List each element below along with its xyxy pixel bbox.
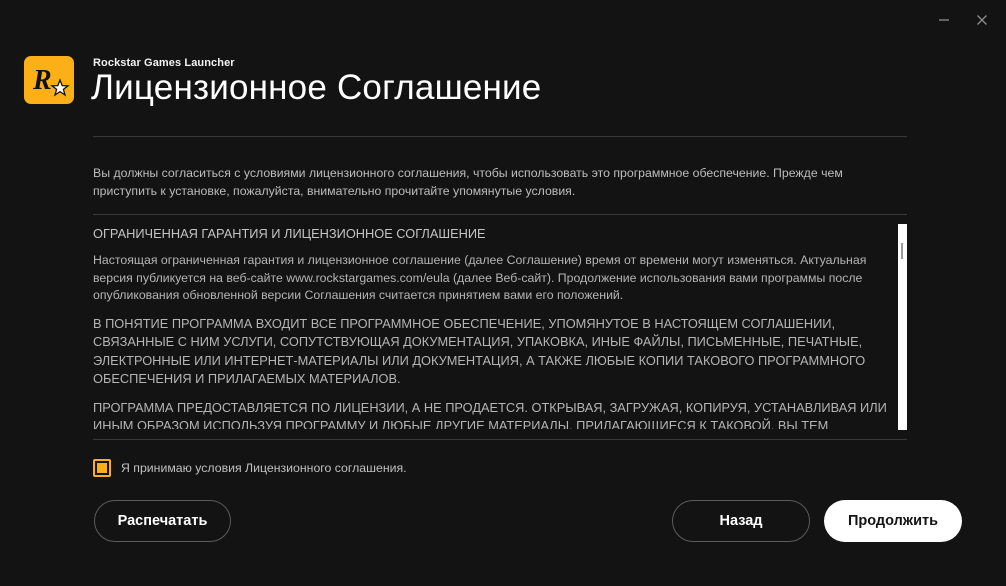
scrollbar-thumb[interactable] <box>901 243 903 259</box>
eula-paragraph: ПРОГРАММА ПРЕДОСТАВЛЯЕТСЯ ПО ЛИЦЕНЗИИ, А… <box>93 399 887 430</box>
window-controls <box>934 10 992 30</box>
continue-button[interactable]: Продолжить <box>824 500 962 542</box>
accept-label: Я принимаю условия Лицензионного соглаше… <box>121 461 407 475</box>
back-button[interactable]: Назад <box>672 500 810 542</box>
rockstar-logo-icon: R <box>32 65 70 97</box>
intro-text: Вы должны согласиться с условиями лиценз… <box>93 166 843 198</box>
page-title: Лицензионное Соглашение <box>91 68 542 107</box>
svg-text:R: R <box>32 65 52 96</box>
header-divider <box>93 136 907 137</box>
checkbox-checked-mark <box>97 463 107 473</box>
launcher-window: R Rockstar Games Launcher Лицензионное С… <box>0 0 1006 586</box>
print-button[interactable]: Распечатать <box>94 500 231 542</box>
eula-heading: ОГРАНИЧЕННАЯ ГАРАНТИЯ И ЛИЦЕНЗИОННОЕ СОГ… <box>93 226 486 241</box>
eula-scroll-content: ОГРАНИЧЕННАЯ ГАРАНТИЯ И ЛИЦЕНЗИОННОЕ СОГ… <box>93 215 893 429</box>
eula-paragraph: В ПОНЯТИЕ ПРОГРАММА ВХОДИТ ВСЕ ПРОГРАММН… <box>93 315 866 387</box>
eula-paragraph: Настоящая ограниченная гарантия и лиценз… <box>93 253 867 302</box>
rockstar-logo: R <box>24 56 74 104</box>
accept-license-row[interactable]: Я принимаю условия Лицензионного соглаше… <box>93 459 407 477</box>
eula-scrollbar[interactable] <box>898 224 907 430</box>
accept-checkbox[interactable] <box>93 459 111 477</box>
close-icon <box>977 15 987 25</box>
eula-text-area[interactable]: ОГРАНИЧЕННАЯ ГАРАНТИЯ И ЛИЦЕНЗИОННОЕ СОГ… <box>93 214 907 440</box>
minimize-button[interactable] <box>934 10 954 30</box>
minimize-icon <box>939 19 949 21</box>
close-button[interactable] <box>972 10 992 30</box>
